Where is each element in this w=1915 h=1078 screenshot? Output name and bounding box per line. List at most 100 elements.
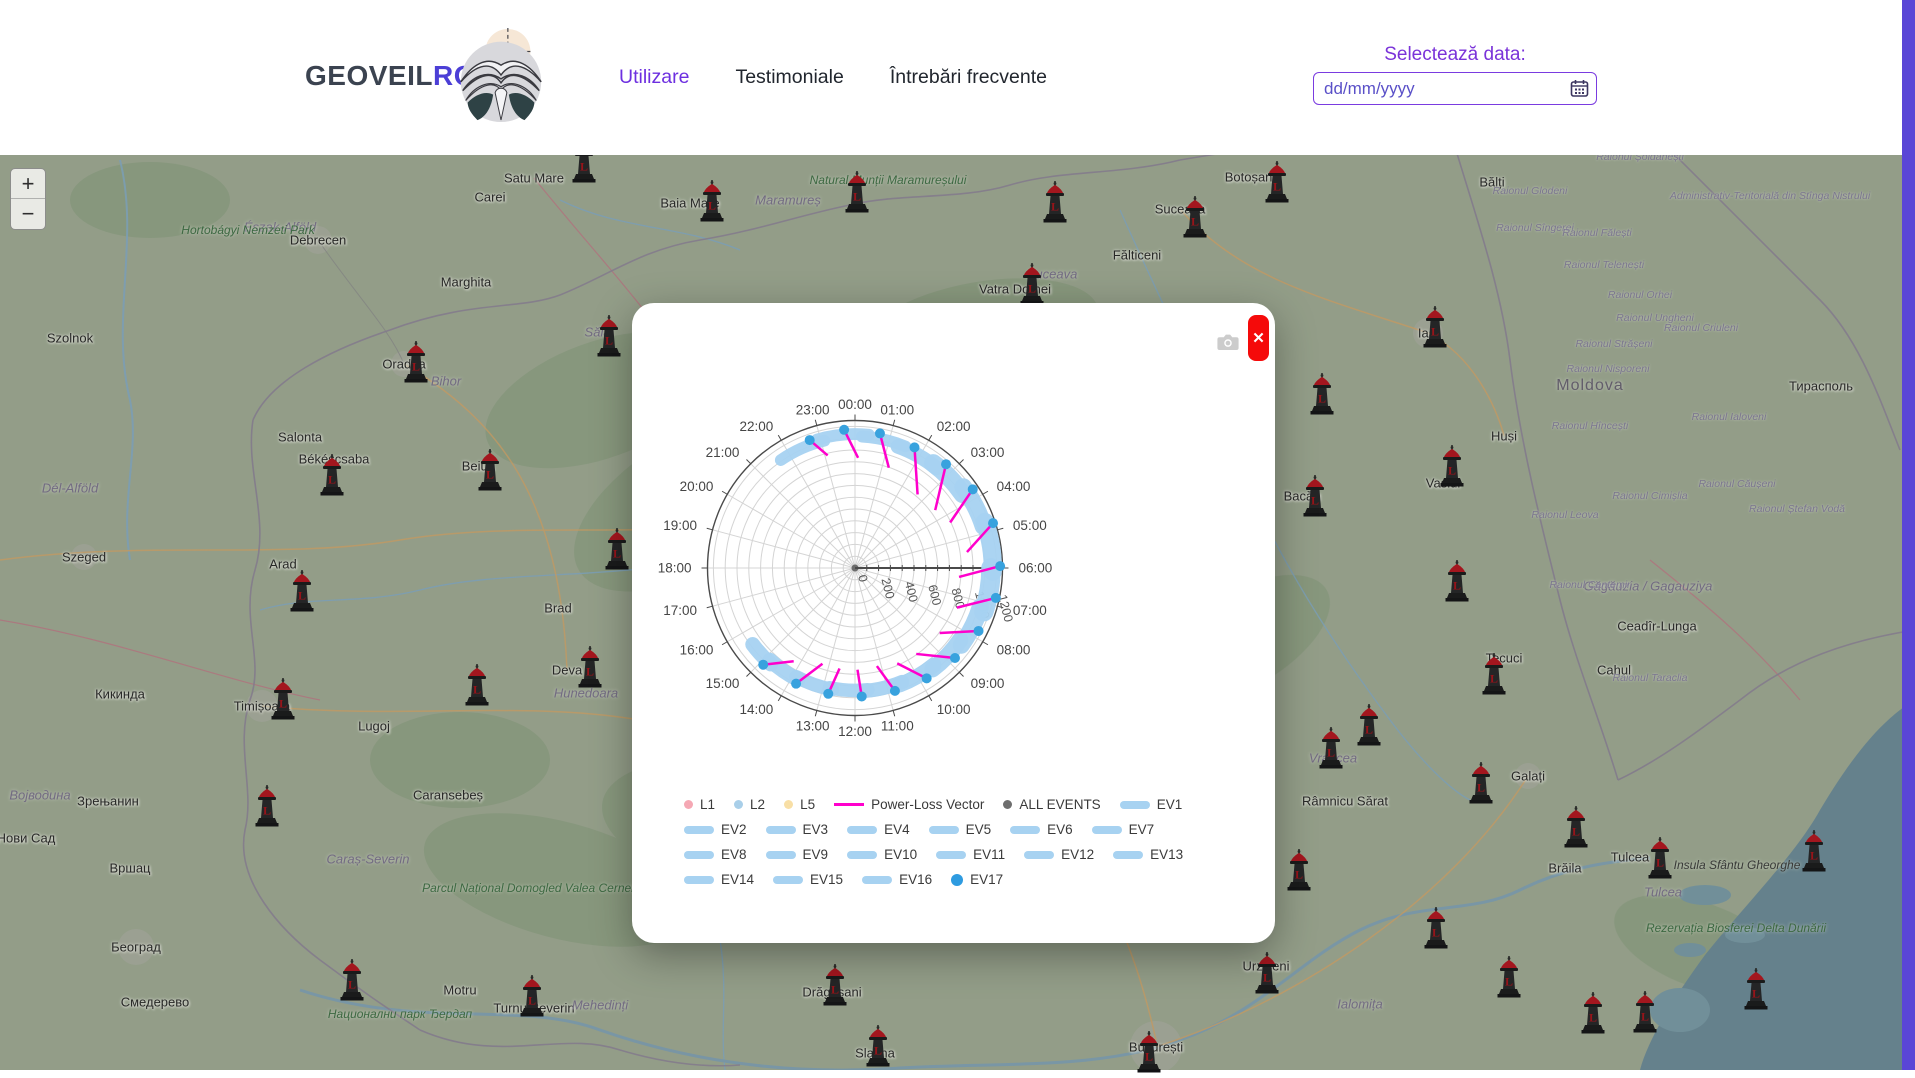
svg-text:600: 600	[925, 583, 944, 607]
date-input[interactable]	[1313, 72, 1597, 105]
legend-item-ev6[interactable]: EV6	[1010, 822, 1073, 837]
svg-text:21:00: 21:00	[706, 445, 740, 460]
lighthouse-marker[interactable]: L	[1264, 161, 1290, 203]
lighthouse-marker[interactable]: L	[254, 785, 280, 827]
nav-item-utilizare[interactable]: Utilizare	[619, 66, 689, 89]
legend-swatch	[834, 803, 864, 806]
lighthouse-marker[interactable]: L	[596, 315, 622, 357]
lighthouse-marker[interactable]: L	[1042, 181, 1068, 223]
legend-swatch	[1113, 851, 1143, 859]
lighthouse-marker[interactable]: L	[699, 180, 725, 222]
lighthouse-icon: L	[339, 959, 365, 1001]
svg-text:02:00: 02:00	[937, 419, 971, 434]
legend-swatch	[929, 826, 959, 834]
lighthouse-marker[interactable]: L	[403, 341, 429, 383]
calendar-icon[interactable]	[1570, 79, 1589, 98]
lighthouse-marker[interactable]: L	[1302, 475, 1328, 517]
lighthouse-marker[interactable]: L	[1444, 560, 1470, 602]
legend-item-ev17[interactable]: EV17	[951, 872, 1003, 887]
legend-item-ev7[interactable]: EV7	[1092, 822, 1155, 837]
lighthouse-marker[interactable]: L	[319, 454, 345, 496]
lighthouse-marker[interactable]: L	[1356, 704, 1382, 746]
legend-item-l5[interactable]: L5	[784, 797, 815, 812]
legend-item-ev15[interactable]: EV15	[773, 872, 843, 887]
lighthouse-marker[interactable]: L	[1439, 445, 1465, 487]
lighthouse-marker[interactable]: L	[1309, 373, 1335, 415]
legend-item-ev2[interactable]: EV2	[684, 822, 747, 837]
legend-item-l1[interactable]: L1	[684, 797, 715, 812]
lighthouse-marker[interactable]: L	[289, 570, 315, 612]
legend-item-ev10[interactable]: EV10	[847, 847, 917, 862]
scrollbar[interactable]	[1902, 0, 1915, 1070]
svg-text:L: L	[586, 665, 594, 679]
lighthouse-marker[interactable]: L	[604, 528, 630, 570]
legend-item-ev4[interactable]: EV4	[847, 822, 910, 837]
legend-swatch	[766, 826, 796, 834]
lighthouse-marker[interactable]: L	[865, 1025, 891, 1067]
svg-text:L: L	[263, 804, 271, 818]
lighthouse-marker[interactable]: L	[1422, 306, 1448, 348]
svg-text:L: L	[1641, 1010, 1649, 1024]
svg-text:L: L	[1263, 971, 1271, 985]
lighthouse-marker[interactable]: L	[1136, 1031, 1162, 1073]
legend-label: EV10	[884, 847, 917, 862]
lighthouse-marker[interactable]: L	[1254, 952, 1280, 994]
legend-item-ev14[interactable]: EV14	[684, 872, 754, 887]
legend-item-ev16[interactable]: EV16	[862, 872, 932, 887]
legend-swatch	[773, 876, 803, 884]
legend-item-ev1[interactable]: EV1	[1120, 797, 1183, 812]
svg-text:L: L	[1589, 1011, 1597, 1025]
lighthouse-marker[interactable]: L	[1318, 727, 1344, 769]
legend-item-ev3[interactable]: EV3	[766, 822, 829, 837]
svg-text:L: L	[1145, 1050, 1153, 1064]
lighthouse-marker[interactable]: L	[1743, 968, 1769, 1010]
legend-swatch	[684, 851, 714, 859]
lighthouse-marker[interactable]: L	[1801, 830, 1827, 872]
legend-item-ev13[interactable]: EV13	[1113, 847, 1183, 862]
lighthouse-marker[interactable]: L	[844, 171, 870, 213]
brand-name: GEOVEIL	[305, 60, 433, 91]
lighthouse-marker[interactable]: L	[1481, 653, 1507, 695]
legend-item-ev5[interactable]: EV5	[929, 822, 992, 837]
legend-item-ev11[interactable]: EV11	[936, 847, 1005, 862]
legend-item-power-loss-vector[interactable]: Power-Loss Vector	[834, 797, 984, 812]
lighthouse-marker[interactable]: L	[1286, 849, 1312, 891]
lighthouse-marker[interactable]: L	[464, 664, 490, 706]
legend-item-all-events[interactable]: ALL EVENTS	[1003, 797, 1100, 812]
lighthouse-marker[interactable]: L	[1019, 263, 1045, 305]
lighthouse-marker[interactable]: L	[477, 449, 503, 491]
lighthouse-marker[interactable]: L	[270, 678, 296, 720]
svg-text:L: L	[412, 360, 420, 374]
legend-label: EV1	[1157, 797, 1183, 812]
brand[interactable]: GEOVEILRO	[305, 60, 476, 92]
camera-icon[interactable]	[1215, 333, 1241, 353]
lighthouse-marker[interactable]: L	[1496, 956, 1522, 998]
lighthouse-marker[interactable]: L	[1632, 991, 1658, 1033]
lighthouse-marker[interactable]: L	[1423, 907, 1449, 949]
legend-label: EV15	[810, 872, 843, 887]
lighthouse-marker[interactable]: L	[339, 959, 365, 1001]
close-button[interactable]: ✕	[1248, 315, 1269, 361]
legend-item-ev8[interactable]: EV8	[684, 847, 747, 862]
zoom-in-button[interactable]: +	[11, 169, 45, 199]
lighthouse-icon: L	[1422, 306, 1448, 348]
lighthouse-marker[interactable]: L	[1468, 762, 1494, 804]
lighthouse-marker[interactable]: L	[577, 646, 603, 688]
legend-item-l2[interactable]: L2	[734, 797, 765, 812]
lighthouse-marker[interactable]: L	[1563, 806, 1589, 848]
legend-item-ev12[interactable]: EV12	[1024, 847, 1094, 862]
nav-item-testimoniale[interactable]: Testimoniale	[735, 66, 843, 89]
legend-swatch	[1120, 801, 1150, 809]
legend-swatch	[1003, 800, 1012, 809]
svg-text:L: L	[1432, 926, 1440, 940]
zoom-out-button[interactable]: −	[11, 199, 45, 229]
lighthouse-icon: L	[1286, 849, 1312, 891]
lighthouse-marker[interactable]: L	[1580, 992, 1606, 1034]
svg-text:05:00: 05:00	[1013, 518, 1047, 533]
lighthouse-marker[interactable]: L	[1182, 196, 1208, 238]
nav-item-intrebari-frecvente[interactable]: Întrebări frecvente	[890, 66, 1047, 89]
legend-item-ev9[interactable]: EV9	[766, 847, 829, 862]
lighthouse-marker[interactable]: L	[1647, 837, 1673, 879]
lighthouse-marker[interactable]: L	[519, 975, 545, 1017]
lighthouse-marker[interactable]: L	[822, 964, 848, 1006]
